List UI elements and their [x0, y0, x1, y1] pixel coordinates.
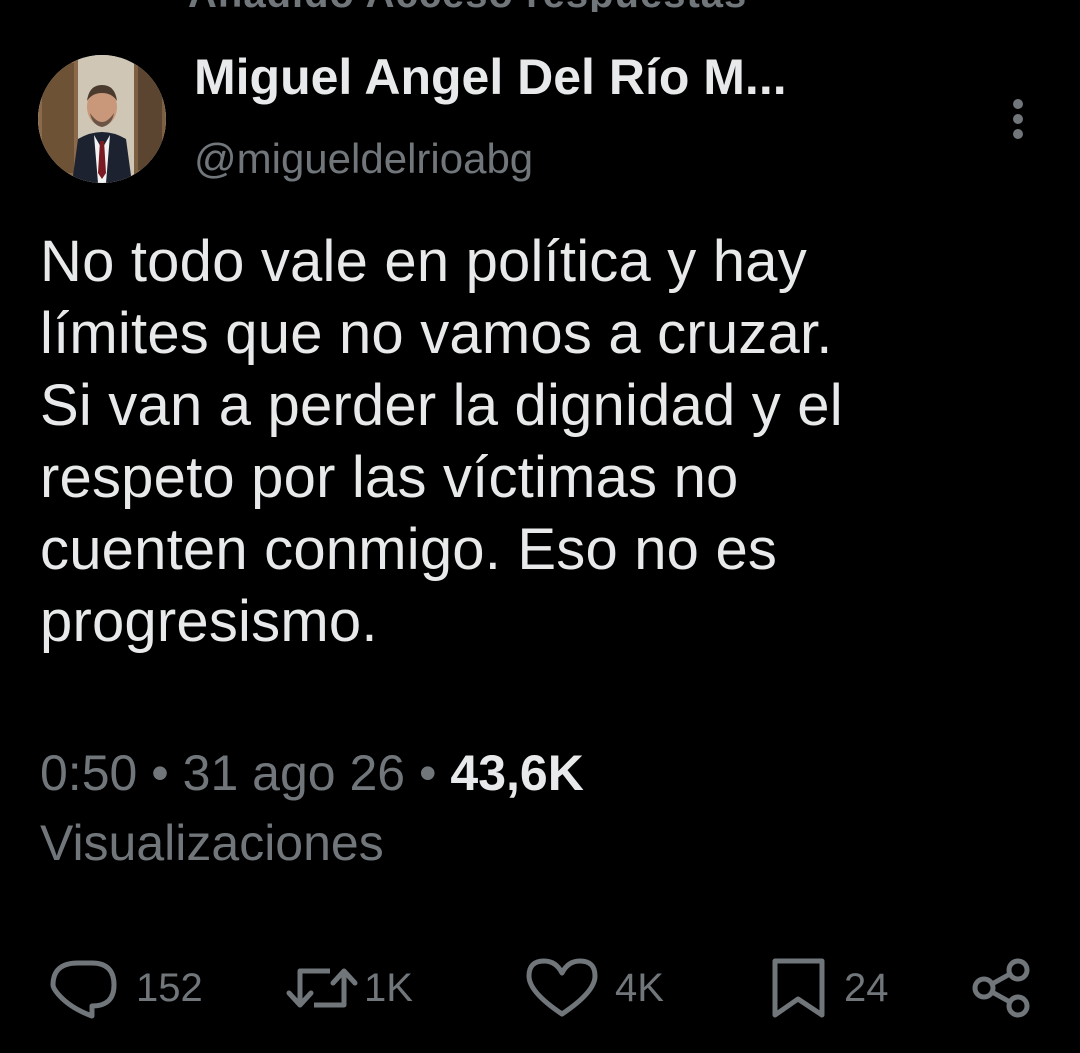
repost-count: 1K: [364, 965, 413, 1010]
tweet-line: Si van a perder la dignidad y el: [40, 373, 843, 438]
avatar[interactable]: [38, 55, 166, 183]
bookmark-button[interactable]: 24: [770, 948, 889, 1028]
tweet-line: progresismo.: [40, 589, 378, 654]
cut-off-text: Añadido Acceso respuestas: [188, 0, 747, 12]
share-button[interactable]: [970, 948, 1034, 1028]
heart-icon: [526, 958, 598, 1017]
bookmark-count: 24: [844, 965, 889, 1010]
tweet-line: límites que no vamos a cruzar.: [40, 301, 833, 366]
bookmark-icon: [772, 958, 825, 1018]
author-name[interactable]: Miguel Angel Del Río M...: [194, 48, 787, 106]
reply-count: 152: [136, 965, 203, 1010]
views-count: 43,6K: [450, 745, 584, 801]
action-bar: 152 1K 4K 24: [0, 948, 1080, 1028]
cut-off-previous-line: Añadido Acceso respuestas: [0, 0, 1080, 12]
reply-button[interactable]: 152: [50, 948, 203, 1028]
tweet-line: cuenten conmigo. Eso no es: [40, 517, 778, 582]
tweet-text: No todo vale en política y hay límites q…: [40, 226, 1050, 658]
tweet-line: respeto por las víctimas no: [40, 445, 739, 510]
avatar-photo: [38, 55, 166, 183]
author-handle[interactable]: @migueldelrioabg: [194, 135, 533, 183]
like-button[interactable]: 4K: [525, 948, 664, 1028]
repost-button[interactable]: 1K: [284, 948, 413, 1028]
like-count: 4K: [615, 965, 664, 1010]
repost-icon: [286, 968, 358, 1008]
tweet-date[interactable]: 31 ago 26: [183, 745, 405, 801]
tweet-line: No todo vale en política y hay: [40, 229, 807, 294]
reply-icon: [50, 960, 117, 1019]
meta-separator: •: [151, 745, 169, 801]
share-icon: [972, 958, 1030, 1018]
more-options-button[interactable]: [1000, 96, 1036, 142]
meta-separator: •: [419, 745, 437, 801]
tweet-time[interactable]: 0:50: [40, 745, 137, 801]
views-label: Visualizaciones: [40, 815, 384, 871]
tweet-meta: 0:50 • 31 ago 26 • 43,6K Visualizaciones: [40, 738, 1050, 878]
more-vertical-icon: [1013, 99, 1023, 139]
